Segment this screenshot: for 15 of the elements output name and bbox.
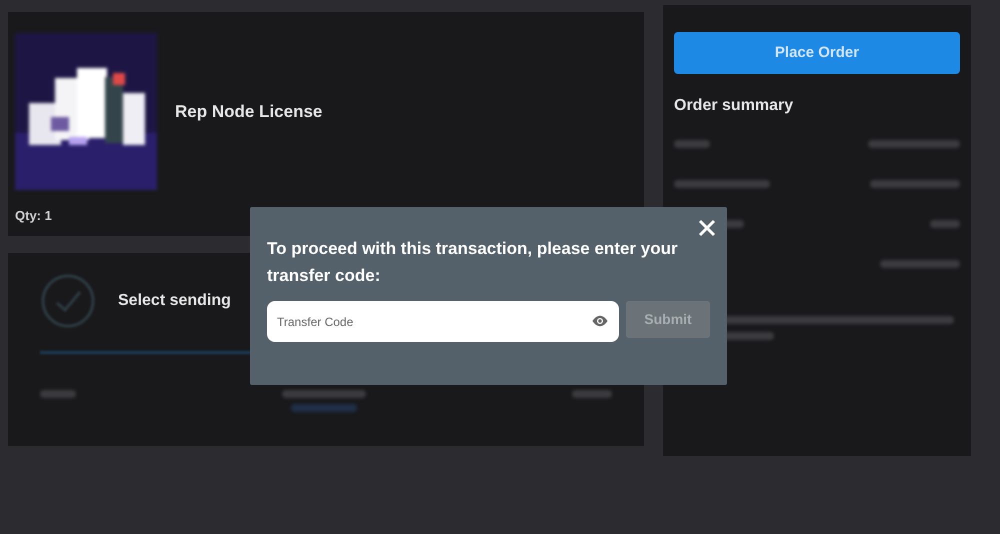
- blurred-text: [40, 390, 76, 398]
- product-title: Rep Node License: [175, 100, 322, 123]
- transfer-code-field[interactable]: Transfer Code: [267, 301, 619, 342]
- section-title: Select sending: [118, 291, 231, 311]
- blurred-text: [930, 220, 960, 228]
- blurred-text: [291, 404, 357, 412]
- summary-title: Order summary: [674, 96, 794, 116]
- close-icon[interactable]: [698, 219, 716, 237]
- blurred-text: [674, 140, 710, 148]
- blurred-text: [572, 390, 612, 398]
- check-circle-icon: [40, 273, 96, 329]
- place-order-button[interactable]: Place Order: [674, 32, 960, 74]
- eye-icon[interactable]: [591, 315, 609, 327]
- quantity-label: Qty: 1: [15, 207, 52, 225]
- dialog-message: To proceed with this transaction, please enter your transfer code:: [267, 238, 679, 287]
